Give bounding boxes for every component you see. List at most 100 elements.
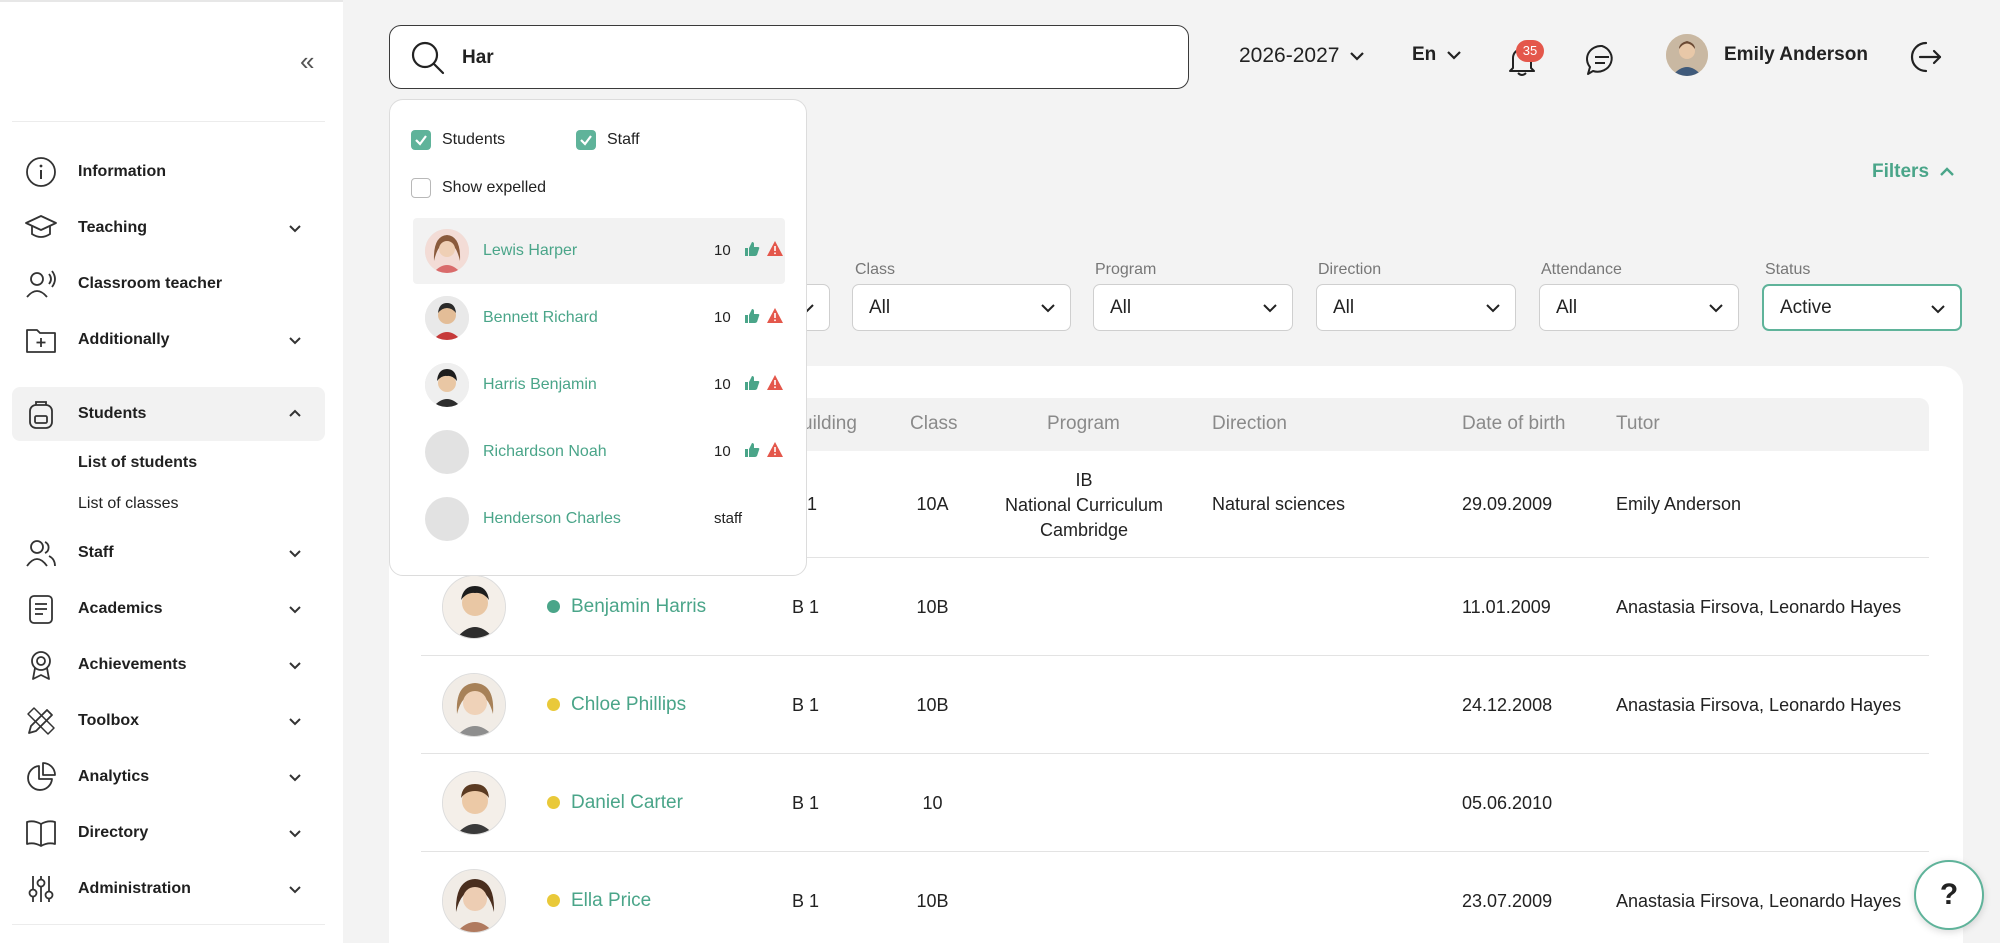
students-checkbox-label: Students	[442, 131, 506, 148]
program-line: IB	[1075, 470, 1093, 490]
notification-count-badge: 35	[1516, 40, 1544, 62]
chevron-down-icon	[1041, 304, 1055, 313]
search-result-item[interactable]: Henderson Charles staff	[413, 486, 785, 552]
chevron-down-icon	[1931, 305, 1945, 314]
cell-building: 1	[807, 494, 818, 514]
student-name-link[interactable]: Benjamin Harris	[571, 596, 706, 618]
collapse-sidebar-icon[interactable]: «	[300, 48, 326, 76]
thumbs-up-icon	[745, 376, 760, 390]
sidebar-subitem-list-of-classes[interactable]: List of classes	[78, 495, 178, 513]
chevron-down-icon	[1486, 304, 1500, 313]
search-icon	[411, 41, 445, 75]
filter-attendance-select[interactable]: All	[1539, 284, 1739, 331]
student-name-link[interactable]: Chloe Phillips	[571, 694, 686, 716]
language-select[interactable]: En	[1412, 44, 1462, 66]
search-result-name: Bennett Richard	[483, 309, 598, 326]
filter-status-label: Status	[1765, 261, 1811, 278]
avatar	[425, 363, 469, 407]
student-name-link[interactable]: Ella Price	[571, 890, 651, 912]
filters-toggle-label: Filters	[1872, 161, 1930, 182]
chevron-down-icon	[289, 662, 301, 670]
cell-date-of-birth: 24.12.2008	[1462, 695, 1553, 715]
award-icon	[24, 648, 58, 682]
search-result-role: staff	[714, 510, 743, 527]
avatar[interactable]	[442, 673, 506, 737]
avatar	[425, 229, 469, 273]
search-result-grade: 10	[714, 443, 731, 460]
user-menu[interactable]: Emily Anderson	[1666, 34, 1868, 76]
chevron-down-icon	[1709, 304, 1723, 313]
academic-year-select[interactable]: 2026-2027	[1239, 44, 1365, 68]
chat-icon[interactable]	[1584, 42, 1620, 78]
search-result-item[interactable]: Harris Benjamin 10	[413, 352, 785, 418]
filter-class-label: Class	[855, 261, 896, 278]
chevron-down-icon	[1263, 304, 1277, 313]
filter-direction-value: All	[1333, 296, 1355, 318]
logout-icon[interactable]	[1906, 38, 1944, 76]
cell-class: 10A	[916, 494, 949, 514]
show-expelled-label: Show expelled	[442, 179, 547, 196]
chevron-down-icon	[289, 606, 301, 614]
help-button[interactable]: ?	[1914, 860, 1984, 930]
column-header-direction[interactable]: Direction	[1212, 413, 1287, 435]
cell-date-of-birth: 29.09.2009	[1462, 494, 1553, 514]
sidebar-item-label: Classroom teacher	[78, 275, 223, 292]
sidebar-item-achievements[interactable]: Achievements	[12, 640, 325, 690]
students-checkbox[interactable]	[411, 130, 431, 150]
sidebar-item-academics[interactable]: Academics	[12, 584, 325, 634]
avatar[interactable]	[442, 771, 506, 835]
filter-status-select[interactable]: Active	[1762, 284, 1962, 331]
sidebar-item-information[interactable]: Information	[12, 147, 325, 197]
staff-checkbox[interactable]	[576, 130, 596, 150]
search-result-item[interactable]: Lewis Harper 10	[413, 218, 785, 284]
filter-class-select[interactable]: All	[852, 284, 1071, 331]
search-input[interactable]	[462, 40, 1162, 76]
search-result-item[interactable]: Richardson Noah 10	[413, 419, 785, 485]
column-header-class[interactable]: Class	[910, 413, 958, 435]
program-line: Cambridge	[1039, 520, 1129, 540]
sidebar-item-label: Toolbox	[78, 712, 140, 729]
warning-icon	[767, 375, 783, 390]
status-dot	[547, 600, 560, 613]
sidebar-item-students[interactable]: Students	[12, 387, 325, 441]
sidebar-item-directory[interactable]: Directory	[12, 808, 325, 858]
search-result-name: Harris Benjamin	[483, 376, 597, 393]
avatar[interactable]	[442, 575, 506, 639]
filter-attendance-value: All	[1556, 296, 1578, 318]
status-dot	[547, 796, 560, 809]
sidebar-item-label: Academics	[78, 600, 163, 617]
sidebar-item-administration[interactable]: Administration	[12, 864, 325, 914]
sidebar-item-staff[interactable]: Staff	[12, 528, 325, 578]
chevron-down-icon	[1447, 51, 1462, 60]
column-header-tutor[interactable]: Tutor	[1616, 413, 1660, 435]
avatar[interactable]	[442, 869, 506, 933]
cell-direction: Natural sciences	[1212, 494, 1346, 514]
sidebar-item-additionally[interactable]: Additionally	[12, 315, 325, 365]
cell-tutor: Anastasia Firsova, Leonardo Hayes	[1616, 891, 1902, 911]
sidebar-subitem-list-of-students[interactable]: List of students	[78, 454, 197, 472]
filters-toggle-button[interactable]: Filters	[1872, 161, 1955, 183]
sidebar-divider	[12, 121, 325, 122]
sidebar-item-classroom-teacher[interactable]: Classroom teacher	[12, 259, 325, 309]
cell-building: B 1	[792, 793, 820, 813]
warning-icon	[767, 442, 783, 457]
student-name-link[interactable]: Daniel Carter	[571, 792, 683, 814]
search-result-item[interactable]: Bennett Richard 10	[413, 285, 785, 351]
column-header-program[interactable]: Program	[1047, 413, 1120, 435]
user-name: Emily Anderson	[1724, 44, 1868, 65]
sidebar-item-label: Staff	[78, 544, 114, 561]
sidebar-item-label: Teaching	[78, 219, 148, 236]
column-header-date-of-birth[interactable]: Date of birth	[1462, 413, 1566, 435]
sidebar-item-label: Directory	[78, 824, 149, 841]
chevron-down-icon	[289, 337, 301, 345]
sidebar-item-analytics[interactable]: Analytics	[12, 752, 325, 802]
column-header-building[interactable]: uilding	[802, 413, 857, 435]
show-expelled-checkbox[interactable]	[411, 178, 431, 198]
filter-program-select[interactable]: All	[1093, 284, 1293, 331]
filter-attendance-label: Attendance	[1541, 261, 1622, 278]
row-divider	[421, 753, 1929, 754]
sidebar-item-teaching[interactable]: Teaching	[12, 203, 325, 253]
sidebar-item-toolbox[interactable]: Toolbox	[12, 696, 325, 746]
language-value: En	[1412, 44, 1437, 65]
filter-direction-select[interactable]: All	[1316, 284, 1516, 331]
